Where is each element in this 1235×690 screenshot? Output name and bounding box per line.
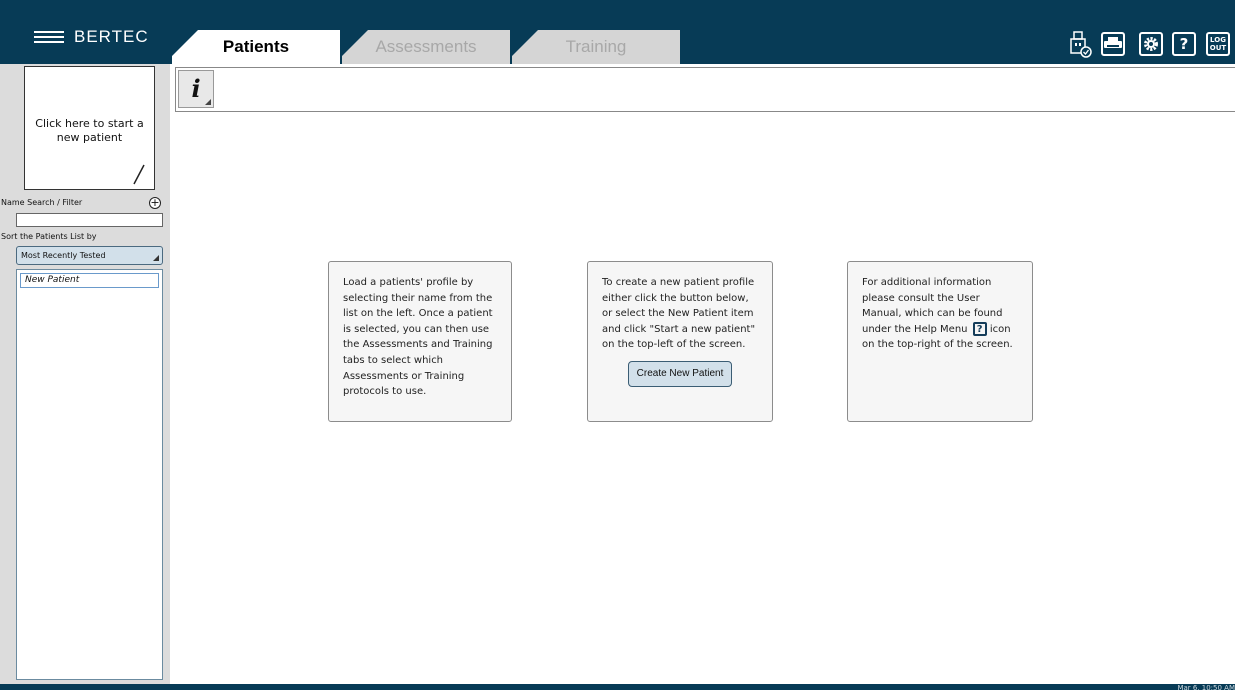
dropdown-corner-icon [153,255,159,261]
create-patient-text: To create a new patient profile either c… [602,277,756,351]
logo-mark-icon [34,31,64,43]
help-inline-icon: ? [972,321,987,336]
status-bar [0,684,1235,690]
brand-name: BERTEC [74,27,149,46]
load-patient-text: Load a patients' profile by selecting th… [343,277,493,398]
print-button[interactable] [1101,32,1125,56]
info-corner-icon [205,99,211,105]
start-new-patient-button[interactable]: Click here to start a new patient [24,66,155,190]
info-glyph: i [191,74,201,103]
add-filter-icon[interactable]: + [149,197,161,209]
top-bar: BERTEC Patients Assessments Training ? L… [0,0,1235,64]
sort-selected-value: Most Recently Tested [21,251,106,260]
patient-sidebar: Click here to start a new patient Name S… [0,64,170,684]
gear-icon [1144,37,1158,51]
tab-assessments[interactable]: Assessments [342,30,510,64]
create-new-patient-button[interactable]: Create New Patient [628,360,732,387]
usb-device-icon[interactable] [1068,30,1096,60]
logout-button[interactable]: LOG OUT [1206,32,1230,56]
help-icon: ? [1179,35,1189,53]
bertec-logo: BERTEC [34,27,149,47]
sort-dropdown[interactable]: Most Recently Tested [16,246,163,265]
logout-label-line2: OUT [1209,44,1227,52]
info-icon[interactable]: i [178,70,214,108]
patient-list[interactable]: New Patient [16,269,163,680]
tab-training[interactable]: Training [512,30,680,64]
tab-patients[interactable]: Patients [172,30,340,64]
search-label: Name Search / Filter [1,198,83,207]
printer-icon [1104,37,1122,48]
list-item[interactable]: New Patient [20,273,159,288]
sort-label: Sort the Patients List by [1,232,97,241]
pencil-icon [133,164,145,185]
name-search-input[interactable] [16,213,163,227]
settings-button[interactable] [1139,32,1163,56]
create-patient-info-card: To create a new patient profile either c… [587,261,773,422]
help-info-card: For additional information please consul… [847,261,1033,422]
timestamp: Mar 6, 10:50 AM [1177,684,1235,690]
load-patient-info-card: Load a patients' profile by selecting th… [328,261,512,422]
info-bar [175,67,1235,112]
logout-label-line1: LOG [1210,36,1226,44]
help-button[interactable]: ? [1172,32,1196,56]
new-patient-prompt: Click here to start a new patient [35,117,144,144]
